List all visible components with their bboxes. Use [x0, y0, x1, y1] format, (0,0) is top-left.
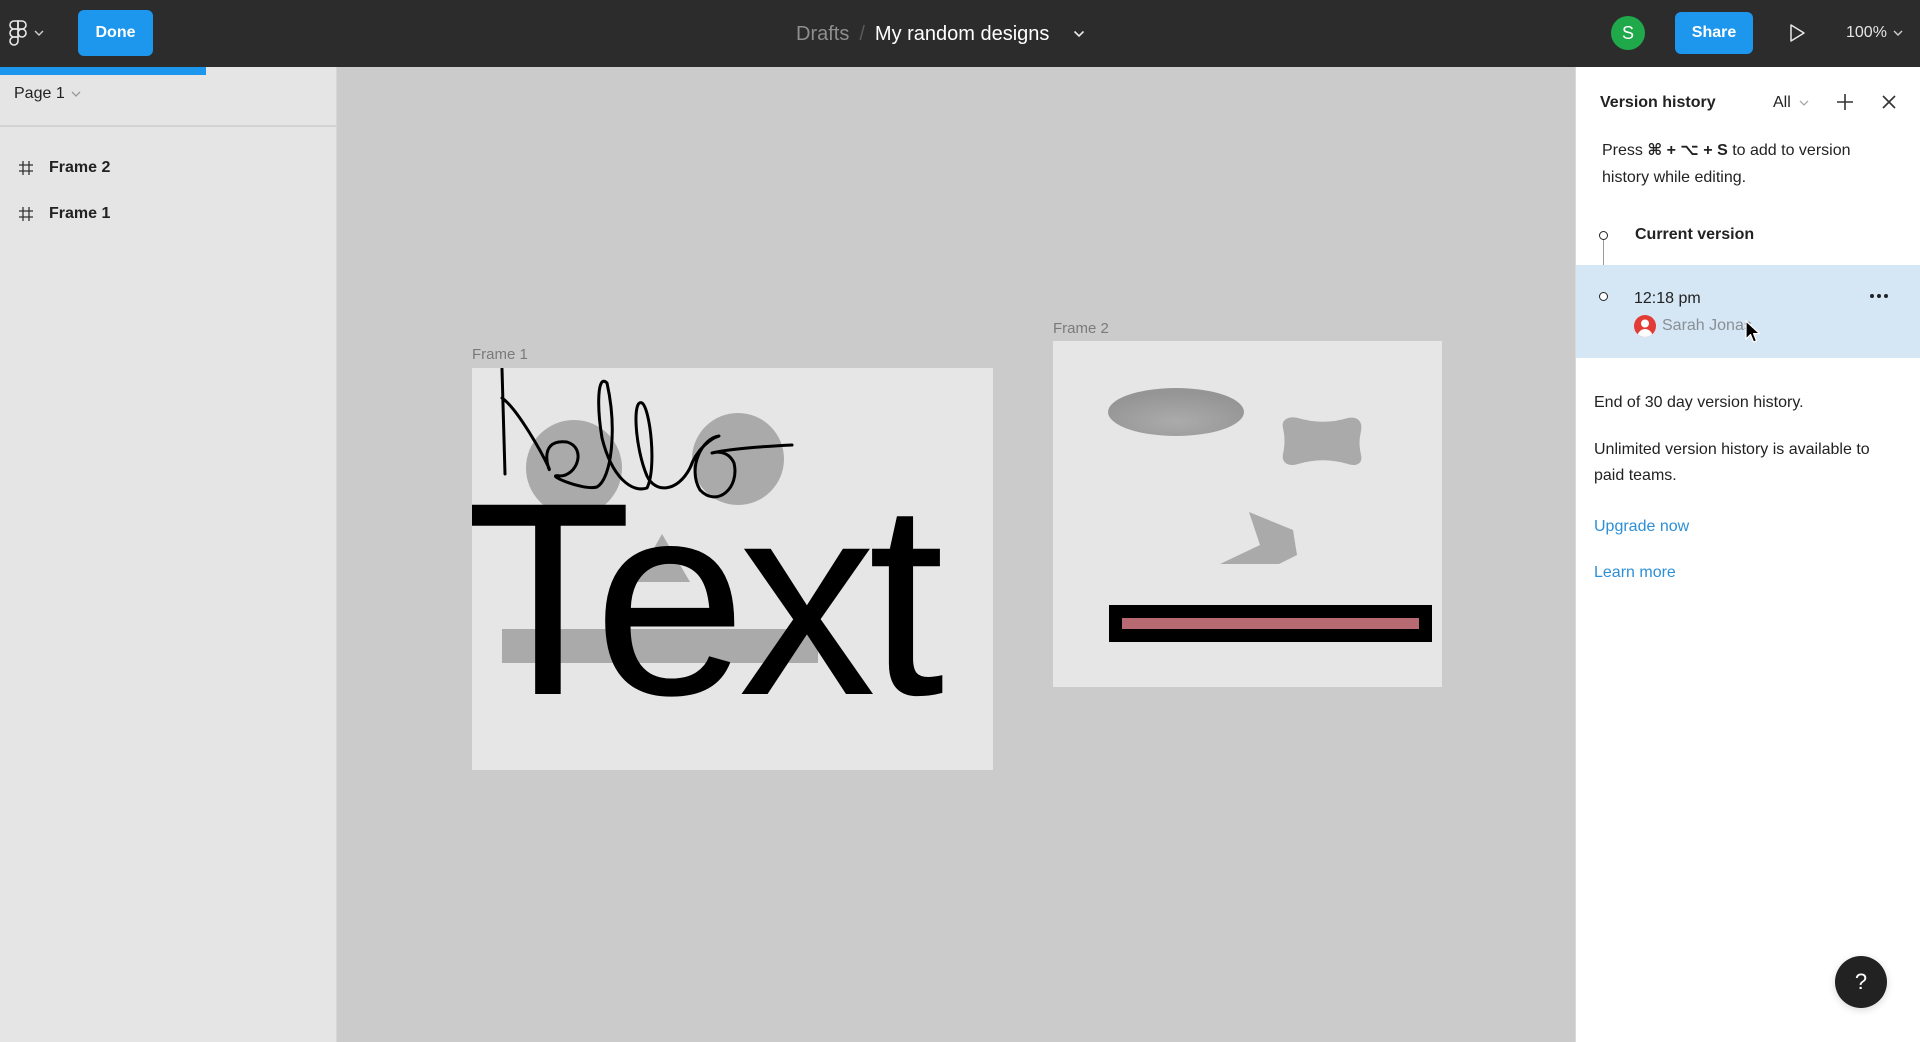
author-name: Sarah Jonas [1662, 317, 1752, 334]
upgrade-now-link[interactable]: Upgrade now [1594, 518, 1689, 536]
zoom-dropdown[interactable]: 100% [1846, 22, 1903, 44]
user-avatar[interactable]: S [1611, 16, 1645, 50]
breadcrumb-separator: / [859, 22, 865, 45]
layers-sidebar: Page 1 Frame 2 Frame 1 [0, 67, 337, 1042]
version-history-panel: Version history All Press ⌘ + ⌥ + S to a… [1575, 67, 1920, 1042]
handwriting-stroke [500, 368, 794, 499]
close-icon[interactable] [1879, 92, 1899, 112]
done-button[interactable]: Done [78, 10, 153, 56]
loading-progress-bar [0, 67, 337, 75]
add-version-plus-icon[interactable] [1834, 91, 1856, 113]
version-time: 12:18 pm [1634, 290, 1701, 307]
figma-logo-icon [9, 20, 27, 46]
page-name: Page 1 [14, 85, 65, 102]
chevron-down-icon [34, 30, 44, 36]
layer-item-frame-1[interactable]: Frame 1 [0, 194, 336, 234]
design-canvas[interactable]: Frame 1 Text Frame 2 [337, 67, 1575, 1042]
version-dot [1599, 292, 1608, 301]
chevron-down-icon [1799, 100, 1809, 106]
frame-2-shapes [1108, 388, 1432, 642]
zoom-level: 100% [1846, 24, 1887, 41]
hint-keys: ⌘ + ⌥ + S [1647, 142, 1728, 159]
more-options-ellipsis-icon[interactable] [1868, 289, 1890, 303]
version-author: Sarah Jonas [1634, 315, 1752, 337]
mouse-cursor-icon [1745, 320, 1761, 343]
layer-name: Frame 2 [49, 159, 111, 176]
current-version-dot [1599, 231, 1608, 240]
version-item[interactable]: 12:18 pm Sarah Jonas [1576, 265, 1920, 358]
version-filter-dropdown[interactable]: All [1773, 94, 1809, 112]
breadcrumb-drafts[interactable]: Drafts [796, 23, 849, 46]
chevron-down-icon [71, 91, 81, 97]
unlimited-history-note: Unlimited version history is available t… [1594, 441, 1870, 484]
main-menu-button[interactable] [8, 18, 52, 48]
page-selector[interactable]: Page 1 [14, 85, 81, 103]
frame-1-label[interactable]: Frame 1 [472, 346, 528, 363]
layer-item-frame-2[interactable]: Frame 2 [0, 148, 336, 188]
history-end-note: End of 30 day version history. [1594, 394, 1804, 411]
layer-name: Frame 1 [49, 205, 111, 222]
frame-2-label[interactable]: Frame 2 [1053, 320, 1109, 337]
hello-scribble [500, 368, 794, 499]
sidebar-divider [0, 125, 337, 127]
frame-1[interactable]: Text [472, 368, 993, 770]
present-play-icon[interactable] [1786, 22, 1808, 44]
current-version-label[interactable]: Current version [1635, 226, 1754, 244]
frame-hash-icon [19, 161, 33, 175]
hint-prefix: Press [1602, 142, 1648, 159]
filter-value: All [1773, 94, 1791, 111]
breadcrumb: Drafts / My random designs [796, 20, 1085, 48]
version-shortcut-hint: Press ⌘ + ⌥ + S to add to version histor… [1602, 137, 1902, 191]
learn-more-link[interactable]: Learn more [1594, 564, 1676, 582]
top-toolbar: Done Drafts / My random designs S Share … [0, 0, 1920, 67]
frame-2[interactable] [1053, 341, 1442, 687]
loading-progress-fill [0, 67, 206, 75]
gray-chevron-shape [1220, 512, 1297, 564]
share-button[interactable]: Share [1675, 12, 1753, 54]
frame-hash-icon [19, 207, 33, 221]
gray-bone-shape [1282, 417, 1362, 465]
pink-bar [1122, 618, 1419, 629]
file-menu-chevron-icon[interactable] [1073, 30, 1085, 38]
chevron-down-icon [1893, 30, 1903, 36]
author-avatar-icon [1634, 315, 1656, 337]
help-button[interactable]: ? [1835, 956, 1887, 1008]
panel-title: Version history [1600, 94, 1716, 111]
gray-ellipse [1108, 388, 1244, 436]
file-title[interactable]: My random designs [875, 23, 1050, 46]
